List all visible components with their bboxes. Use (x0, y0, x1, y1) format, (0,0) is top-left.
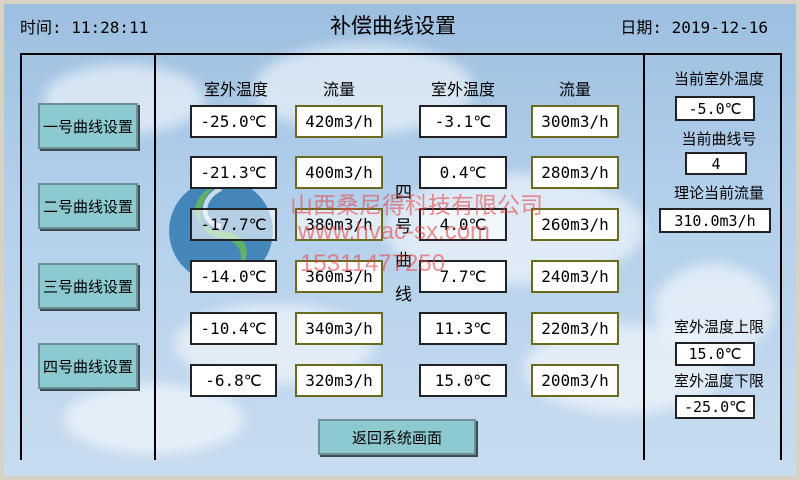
flow-input[interactable]: 420m3/h (295, 105, 383, 138)
curve-3-button-label: 三号曲线设置 (42, 277, 133, 296)
temp-input[interactable]: 15.0℃ (419, 364, 507, 397)
flow-input[interactable]: 300m3/h (531, 105, 619, 138)
flow-input[interactable]: 240m3/h (531, 260, 619, 293)
curve-2-button-label: 二号曲线设置 (42, 197, 133, 216)
current-curve-value: 4 (685, 152, 747, 175)
temp-input[interactable]: -25.0℃ (190, 105, 277, 138)
header-outdoor-temp-1: 室外温度 (203, 80, 268, 99)
temp-input[interactable]: -21.3℃ (190, 156, 277, 189)
right-panel-divider (643, 53, 645, 460)
page-title: 补偿曲线设置 (330, 14, 456, 38)
temp-input[interactable]: -14.0℃ (190, 260, 277, 293)
temp-input[interactable]: -10.4℃ (190, 312, 277, 345)
theory-flow-value: 310.0m3/h (659, 208, 771, 233)
watermark-company: 山西桑尼得科技有限公司 (290, 192, 543, 218)
curve-4-button[interactable]: 四号曲线设置 (38, 343, 138, 389)
flow-input[interactable]: 340m3/h (295, 312, 383, 345)
current-curve-label: 当前曲线号 (681, 130, 757, 148)
temp-input[interactable]: -6.8℃ (190, 364, 277, 397)
left-panel-divider (154, 53, 156, 460)
flow-input[interactable]: 200m3/h (531, 364, 619, 397)
curve-2-button[interactable]: 二号曲线设置 (38, 183, 138, 229)
current-outdoor-temp-value: -5.0℃ (675, 96, 755, 121)
header-divider (20, 53, 782, 55)
flow-input[interactable]: 320m3/h (295, 364, 383, 397)
flow-input[interactable]: 220m3/h (531, 312, 619, 345)
header-flow-2: 流量 (558, 80, 591, 99)
outdoor-temp-lower-input[interactable]: -25.0℃ (675, 395, 755, 419)
header-flow-1: 流量 (322, 80, 355, 99)
return-system-screen-label: 返回系统画面 (351, 428, 442, 447)
curve-1-button[interactable]: 一号曲线设置 (38, 103, 138, 149)
curve-3-button[interactable]: 三号曲线设置 (38, 263, 138, 309)
frame-left-edge (20, 53, 22, 460)
flow-input[interactable]: 400m3/h (295, 156, 383, 189)
curve-1-button-label: 一号曲线设置 (42, 117, 133, 136)
flow-input[interactable]: 280m3/h (531, 156, 619, 189)
temp-input[interactable]: 11.3℃ (419, 312, 507, 345)
flow-input[interactable]: 260m3/h (531, 208, 619, 241)
temp-input[interactable]: -17.7℃ (190, 208, 277, 241)
time-display: 时间: 11:28:11 (20, 18, 149, 37)
current-outdoor-temp-label: 当前室外温度 (673, 70, 764, 88)
watermark-phone: 15311477250 (300, 250, 446, 277)
curve-number-label-char: 线 (395, 285, 412, 305)
theory-flow-label: 理论当前流量 (673, 184, 764, 202)
header-outdoor-temp-2: 室外温度 (430, 80, 495, 99)
temp-input[interactable]: 0.4℃ (419, 156, 507, 189)
return-system-screen-button[interactable]: 返回系统画面 (318, 419, 476, 455)
watermark-url: www.hvac-sx.com (298, 218, 491, 245)
outdoor-temp-upper-label: 室外温度上限 (673, 318, 764, 336)
outdoor-temp-lower-label: 室外温度下限 (673, 372, 764, 390)
outdoor-temp-upper-input[interactable]: 15.0℃ (675, 342, 755, 366)
date-display: 日期: 2019-12-16 (620, 18, 768, 37)
temp-input[interactable]: -3.1℃ (419, 105, 507, 138)
curve-4-button-label: 四号曲线设置 (42, 357, 133, 376)
frame-right-edge (780, 53, 782, 460)
